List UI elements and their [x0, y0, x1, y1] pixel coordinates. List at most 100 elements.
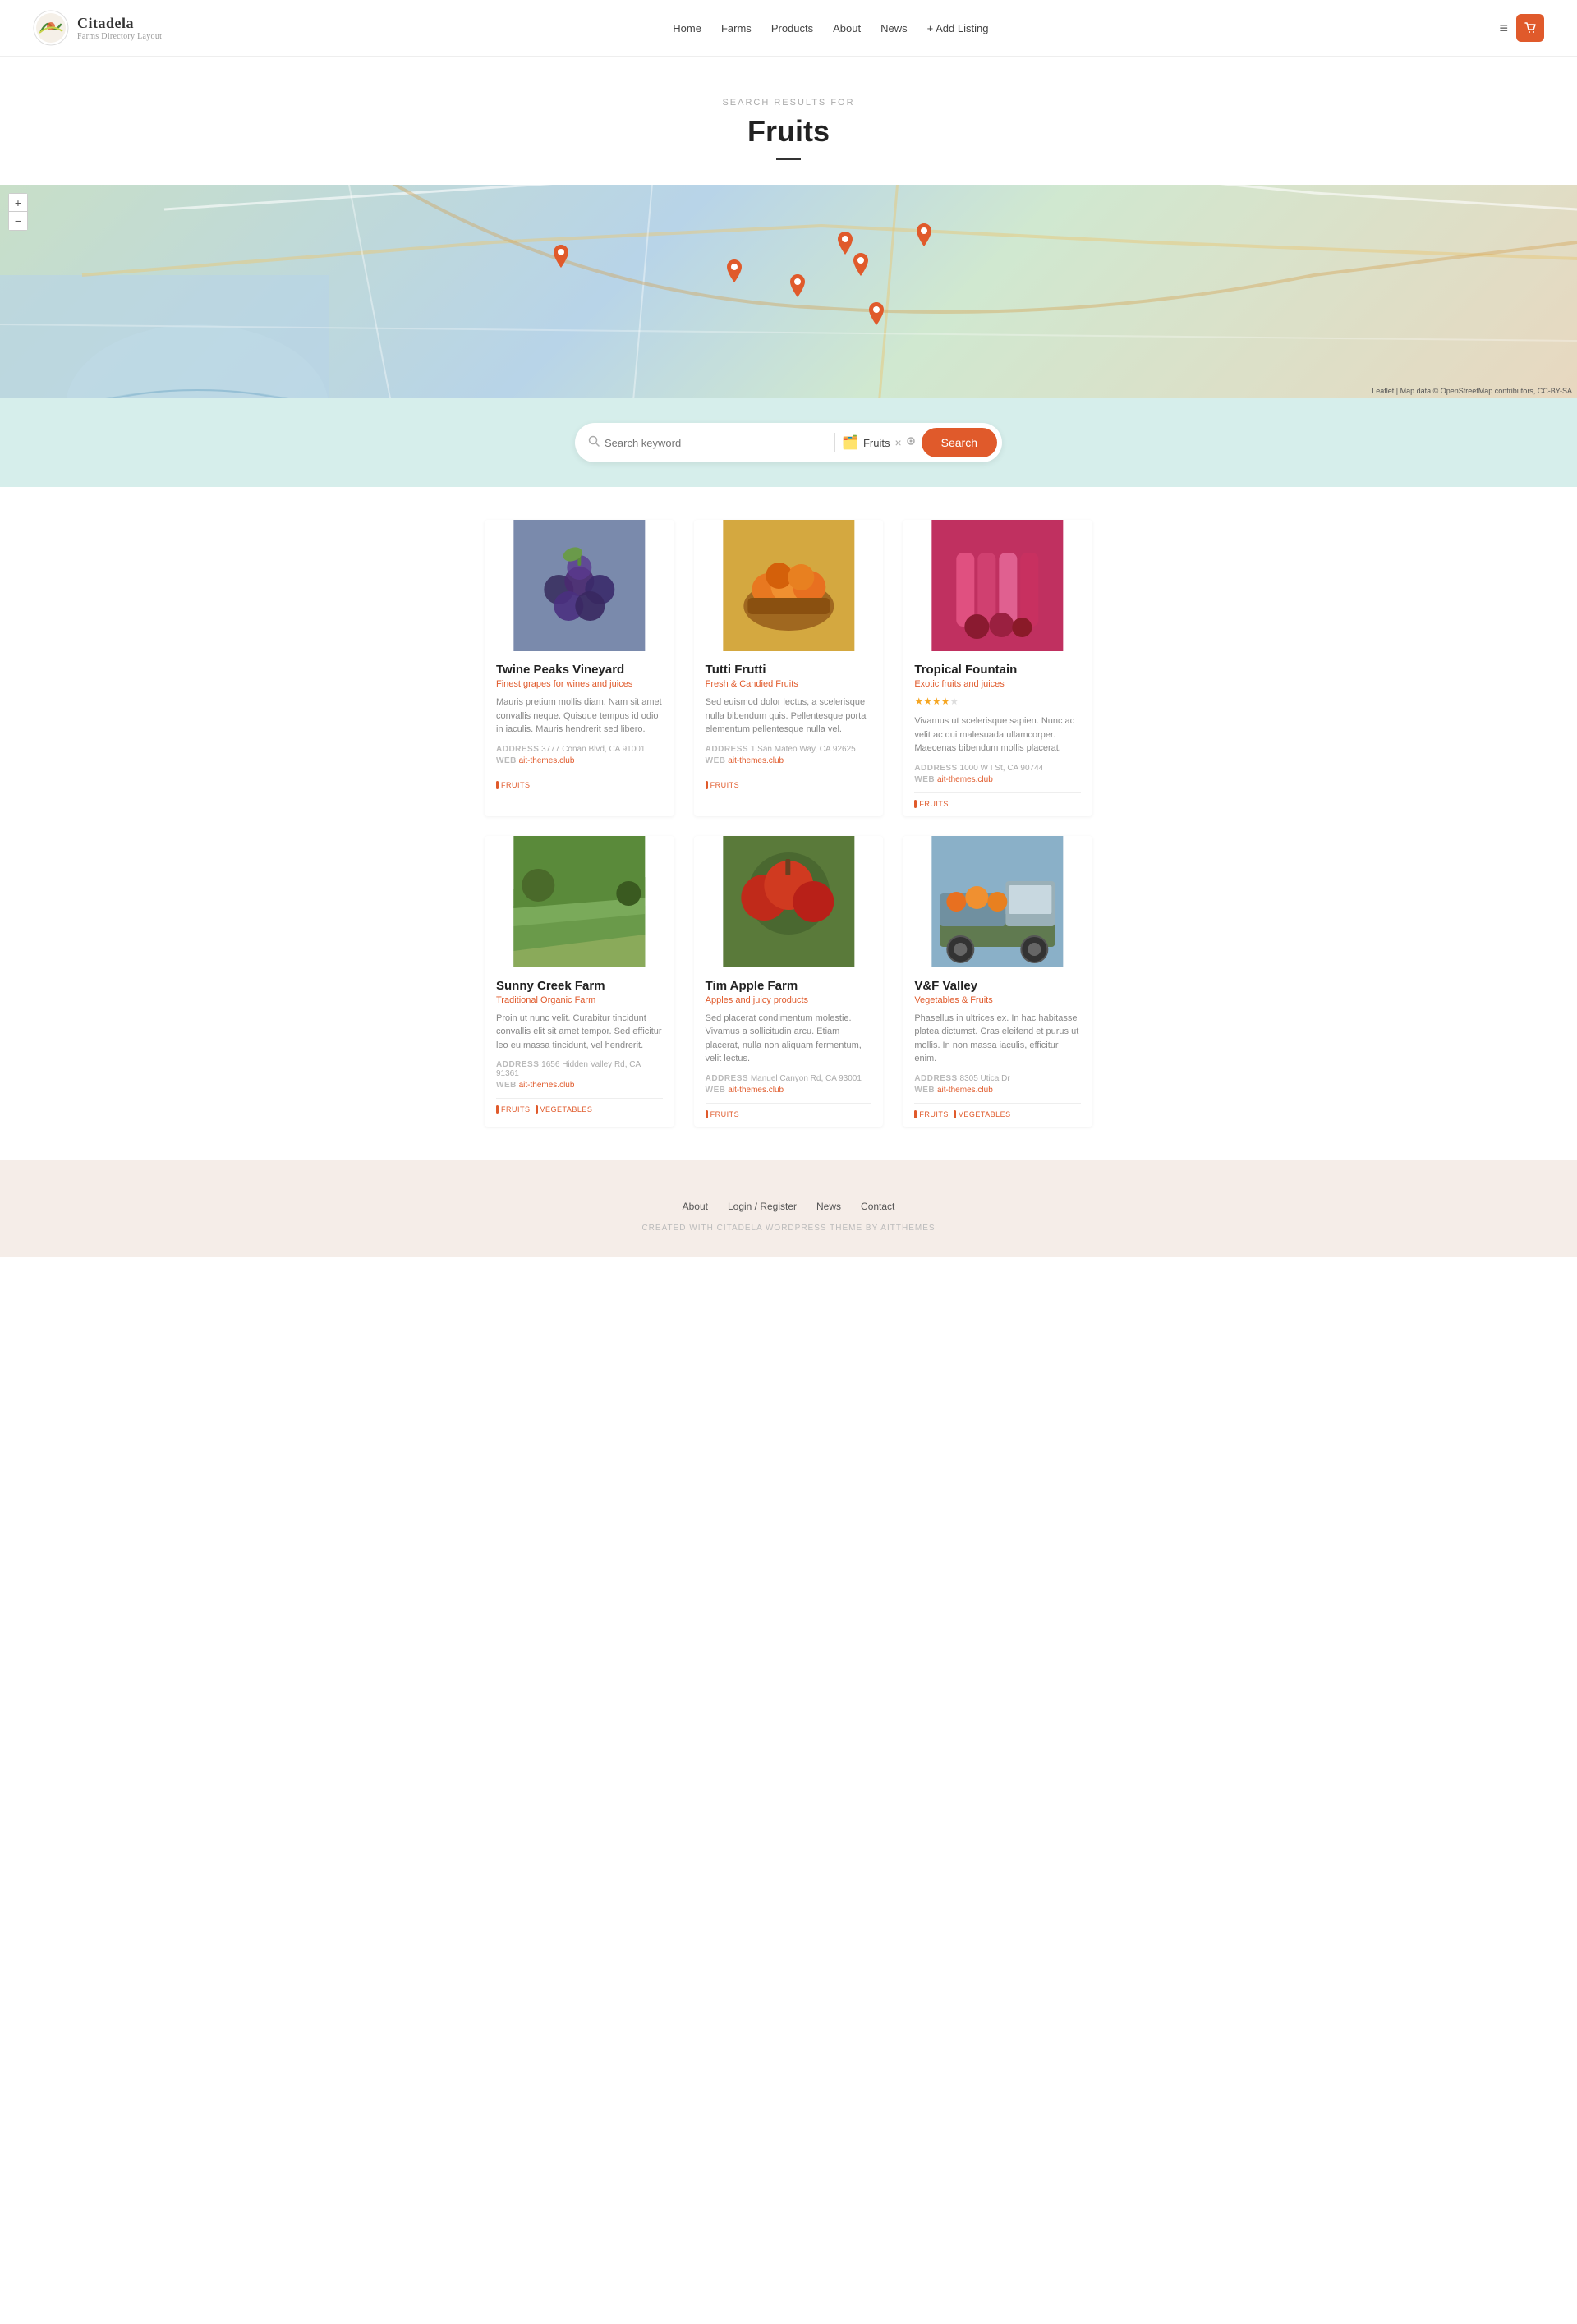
nav-farms[interactable]: Farms	[721, 22, 752, 34]
map-pin-2[interactable]	[836, 232, 854, 255]
footer-link[interactable]: News	[816, 1201, 841, 1212]
listing-website[interactable]: Web ait-themes.club	[496, 756, 663, 765]
footer: AboutLogin / RegisterNewsContact Created…	[0, 1160, 1577, 1257]
listing-tag: FRUITS	[914, 800, 949, 808]
nav-news[interactable]: News	[880, 22, 908, 34]
listing-website[interactable]: Web ait-themes.club	[706, 1086, 872, 1095]
listing-tag: FRUITS	[496, 1105, 531, 1114]
cart-button[interactable]	[1516, 14, 1544, 42]
nav-about[interactable]: About	[833, 22, 861, 34]
listing-tag: FRUITS	[706, 781, 740, 789]
listing-website-link[interactable]: ait-themes.club	[937, 1086, 993, 1095]
listing-website-link[interactable]: ait-themes.club	[519, 756, 575, 765]
search-results-label: Search Results For	[16, 98, 1561, 108]
listing-name: Twine Peaks Vineyard	[496, 663, 663, 677]
footer-link[interactable]: Contact	[861, 1201, 894, 1212]
listing-tags: FRUITS	[914, 792, 1081, 808]
listing-description: Vivamus ut scelerisque sapien. Nunc ac v…	[914, 714, 1081, 756]
category-icon: 🗂️	[842, 434, 858, 451]
hero-section: Search Results For Fruits	[0, 57, 1577, 185]
map-attribution: Leaflet | Map data © OpenStreetMap contr…	[1372, 387, 1572, 395]
listing-address: Address 3777 Conan Blvd, CA 91001	[496, 745, 663, 754]
listing-category: Fresh & Candied Fruits	[706, 679, 872, 689]
nav-add-listing[interactable]: + Add Listing	[927, 22, 989, 34]
listing-image	[485, 836, 674, 967]
map-pin-3[interactable]	[915, 223, 933, 246]
listing-address: Address 1 San Mateo Way, CA 92625	[706, 745, 872, 754]
map-pin-5[interactable]	[788, 274, 807, 297]
listing-category: Traditional Organic Farm	[496, 995, 663, 1005]
listing-address: Address Manuel Canyon Rd, CA 93001	[706, 1074, 872, 1083]
logo-title: Citadela	[77, 15, 162, 32]
map-background: + − Leaflet | Map data © OpenStreetMap c…	[0, 185, 1577, 398]
listing-body: Sunny Creek Farm Traditional Organic Far…	[485, 967, 674, 1123]
search-button[interactable]: Search	[922, 428, 997, 457]
listing-tag: VEGETABLES	[954, 1110, 1011, 1118]
map-pin-1[interactable]	[552, 245, 570, 268]
listing-address: Address 8305 Utica Dr	[914, 1074, 1081, 1083]
map-zoom-controls: + −	[8, 193, 28, 231]
listing-tag: FRUITS	[914, 1110, 949, 1118]
listing-body: Twine Peaks Vineyard Finest grapes for w…	[485, 651, 674, 797]
listing-name: Tropical Fountain	[914, 663, 1081, 677]
search-icon	[588, 435, 600, 451]
hamburger-button[interactable]: ≡	[1499, 20, 1508, 37]
listing-website[interactable]: Web ait-themes.club	[914, 775, 1081, 784]
location-icon	[905, 435, 917, 451]
listing-description: Phasellus in ultrices ex. In hac habitas…	[914, 1012, 1081, 1066]
listing-name: Tutti Frutti	[706, 663, 872, 677]
map-pin-4[interactable]	[852, 253, 870, 276]
category-value: Fruits	[863, 437, 890, 449]
search-section: 🗂️ Fruits × Search	[0, 398, 1577, 487]
listing-website[interactable]: Web ait-themes.club	[706, 756, 872, 765]
nav-icons: ≡	[1499, 14, 1544, 42]
category-clear-button[interactable]: ×	[894, 437, 901, 448]
listing-description: Sed euismod dolor lectus, a scelerisque …	[706, 696, 872, 737]
listing-card: Tim Apple Farm Apples and juicy products…	[694, 836, 884, 1127]
listing-website-link[interactable]: ait-themes.club	[728, 756, 784, 765]
footer-link[interactable]: About	[683, 1201, 708, 1212]
footer-links: About Login / Register News Contact	[16, 1201, 1561, 1212]
nav-home[interactable]: Home	[673, 22, 701, 34]
listing-body: Tim Apple Farm Apples and juicy products…	[694, 967, 884, 1127]
listing-name: Sunny Creek Farm	[496, 979, 663, 993]
listing-body: V&F Valley Vegetables & Fruits Phasellus…	[903, 967, 1092, 1127]
footer-link[interactable]: Login / Register	[728, 1201, 797, 1212]
main-nav: Home Farms Products About News + Add Lis…	[673, 22, 988, 34]
listing-website[interactable]: Web ait-themes.club	[914, 1086, 1081, 1095]
listing-tag: VEGETABLES	[536, 1105, 593, 1114]
search-divider	[834, 433, 835, 452]
listing-tag: FRUITS	[496, 781, 531, 789]
search-keyword-input[interactable]	[605, 437, 828, 449]
listing-category: Exotic fruits and juices	[914, 679, 1081, 689]
listing-description: Sed placerat condimentum molestie. Vivam…	[706, 1012, 872, 1066]
listing-card: Tropical Fountain Exotic fruits and juic…	[903, 520, 1092, 816]
listing-tags: FRUITS VEGETABLES	[914, 1103, 1081, 1118]
listing-name: V&F Valley	[914, 979, 1081, 993]
listing-name: Tim Apple Farm	[706, 979, 872, 993]
map-pin-7[interactable]	[725, 259, 743, 282]
listing-website[interactable]: Web ait-themes.club	[496, 1081, 663, 1090]
map-zoom-in-button[interactable]: +	[9, 194, 27, 212]
listings-grid: Twine Peaks Vineyard Finest grapes for w…	[485, 520, 1092, 1127]
listing-tag: FRUITS	[706, 1110, 740, 1118]
listing-stars: ★★★★★	[914, 696, 1081, 708]
listing-description: Proin ut nunc velit. Curabitur tincidunt…	[496, 1012, 663, 1053]
nav-products[interactable]: Products	[771, 22, 813, 34]
cart-icon	[1524, 21, 1537, 34]
listing-website-link[interactable]: ait-themes.club	[937, 775, 993, 784]
map-pin-6[interactable]	[867, 302, 885, 325]
listing-card: V&F Valley Vegetables & Fruits Phasellus…	[903, 836, 1092, 1127]
map-zoom-out-button[interactable]: −	[9, 212, 27, 230]
listing-body: Tutti Frutti Fresh & Candied Fruits Sed …	[694, 651, 884, 797]
search-bar: 🗂️ Fruits × Search	[575, 423, 1002, 462]
listing-tags: FRUITS	[496, 774, 663, 789]
listing-tags: FRUITS VEGETABLES	[496, 1098, 663, 1114]
page-title: Fruits	[16, 114, 1561, 149]
listing-website-link[interactable]: ait-themes.club	[728, 1086, 784, 1095]
listing-image	[903, 836, 1092, 967]
listing-website-link[interactable]: ait-themes.club	[519, 1081, 575, 1090]
listing-body: Tropical Fountain Exotic fruits and juic…	[903, 651, 1092, 816]
listing-card: Twine Peaks Vineyard Finest grapes for w…	[485, 520, 674, 816]
title-divider	[776, 158, 801, 160]
